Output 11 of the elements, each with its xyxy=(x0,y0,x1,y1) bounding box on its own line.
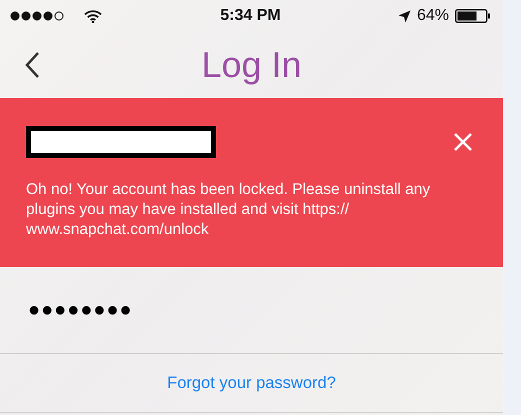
battery-icon xyxy=(455,9,491,23)
close-icon xyxy=(453,132,473,152)
password-field[interactable]: ●●●●●●●● xyxy=(28,298,133,322)
back-chevron-icon xyxy=(24,51,40,79)
close-button[interactable] xyxy=(453,132,473,152)
page-title: Log In xyxy=(201,44,302,85)
location-arrow-icon xyxy=(398,10,411,22)
error-message: Oh no! Your account has been locked. Please uninstall any plugins you may have installed and visit https:// www.snapchat.com/unlock xyxy=(26,180,432,240)
wifi-icon xyxy=(84,10,102,22)
battery-percentage: 64% xyxy=(416,7,449,25)
status-time: 5:34 PM xyxy=(220,7,281,25)
